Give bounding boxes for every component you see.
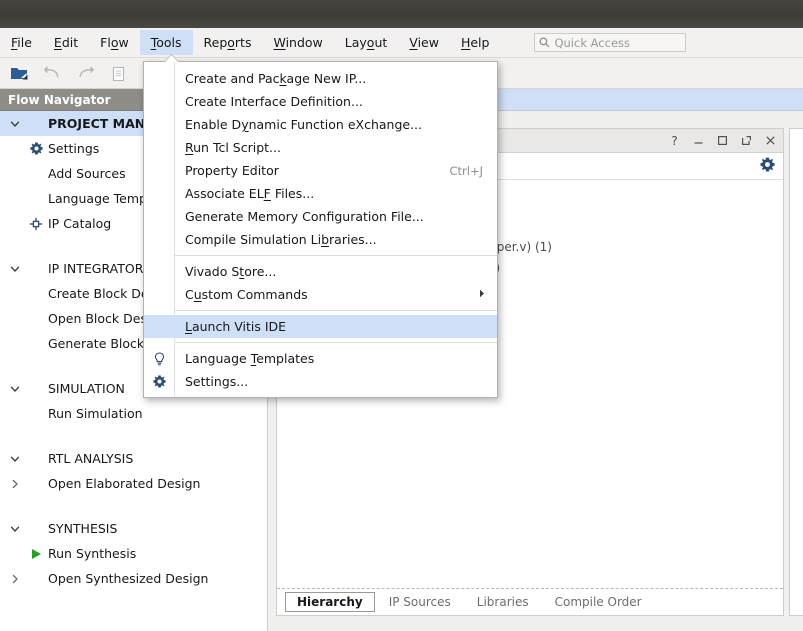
sidebar-item-open-elaborated-design[interactable]: Open Elaborated Design [0,471,267,496]
menu-separator [175,342,497,343]
undo-icon[interactable] [41,62,63,84]
menu-item-label: Property Editor [185,163,279,178]
menu-separator [175,255,497,256]
menu-item-settings[interactable]: Settings... [144,370,497,393]
gear-icon[interactable] [760,157,775,175]
menu-item-label: Launch Vitis IDE [185,319,287,334]
menu-item-language-templates[interactable]: Language Templates [144,347,497,370]
redo-icon[interactable] [74,62,96,84]
sidebar-item-label: RTL ANALYSIS [48,451,134,466]
menu-item-property-editor[interactable]: Property Editor Ctrl+J [144,159,497,182]
ip-block-icon [24,217,48,231]
chevron-right-icon [6,574,24,584]
sidebar-item-rtl-analysis[interactable]: RTL ANALYSIS [0,446,267,471]
gear-icon [144,375,175,388]
chevron-right-icon [6,479,24,489]
menu-item-create-interface-definition[interactable]: Create Interface Definition... [144,90,497,113]
menu-item-label: Generate Memory Configuration File... [185,209,424,224]
menubar-item-window[interactable]: Window [262,30,333,55]
menu-item-label: Language Templates [185,351,315,366]
menu-item-compile-simulation-libraries[interactable]: Compile Simulation Libraries... [144,228,497,251]
menu-item-label: Custom Commands [185,287,308,302]
window-titlebar [0,0,803,28]
menubar-item-view[interactable]: View [398,30,450,55]
right-edge-panel [789,128,803,616]
tab-ip-sources[interactable]: IP Sources [377,592,463,612]
menu-item-label: Settings... [185,374,249,389]
menu-item-label: Enable Dynamic Function eXchange... [185,117,422,132]
open-project-icon[interactable] [8,62,30,84]
menu-item-label: Associate ELF Files... [185,186,315,201]
sidebar-item-open-synthesized-design[interactable]: Open Synthesized Design [0,566,267,591]
lightbulb-icon [144,351,175,366]
minimize-button[interactable] [692,134,705,147]
search-icon [539,37,550,48]
submenu-arrow-icon [479,289,497,301]
menubar-item-flow[interactable]: Flow [89,30,140,55]
menu-item-run-tcl-script[interactable]: Run Tcl Script... [144,136,497,159]
copy-icon[interactable] [107,62,129,84]
chevron-down-icon [6,119,24,129]
menubar-item-reports[interactable]: Reports [193,30,263,55]
menubar: File Edit Flow Tools Reports Window Layout View… [0,28,803,58]
tab-hierarchy[interactable]: Hierarchy [285,592,375,612]
menubar-item-tools[interactable]: Tools [139,30,193,55]
float-button[interactable] [740,134,753,147]
sidebar-item-label: SIMULATION [48,381,125,396]
menu-item-label: Create and Package New IP... [185,71,367,86]
sidebar-item-label: Run Simulation [48,406,143,421]
menu-separator [175,310,497,311]
help-button[interactable]: ? [668,134,681,148]
menu-item-label: Create Interface Definition... [185,94,363,109]
sidebar-item-synthesis[interactable]: SYNTHESIS [0,516,267,541]
chevron-down-icon [6,454,24,464]
gear-icon [24,142,48,155]
tools-dropdown-menu: Create and Package New IP... Create Inter… [143,54,498,398]
chevron-down-icon [6,524,24,534]
menu-item-vivado-store[interactable]: Vivado Store... [144,260,497,283]
close-button[interactable] [764,134,777,147]
tab-compile-order[interactable]: Compile Order [543,592,654,612]
quick-access-placeholder: Quick Access [554,35,631,50]
menu-item-label: Vivado Store... [185,264,277,279]
menu-item-custom-commands[interactable]: Custom Commands [144,283,497,306]
sidebar-item-label: IP INTEGRATOR [48,261,144,276]
menu-item-associate-elf-files[interactable]: Associate ELF Files... [144,182,497,205]
sidebar-item-label: Add Sources [48,166,126,181]
menu-item-create-and-package-new-ip[interactable]: Create and Package New IP... [144,67,497,90]
sidebar-item-label: Run Synthesis [48,546,137,561]
menu-item-accelerator: Ctrl+J [449,163,484,178]
menu-item-generate-memory-configuration-file[interactable]: Generate Memory Configuration File... [144,205,497,228]
menu-item-launch-vitis-ide[interactable]: Launch Vitis IDE [144,315,497,338]
menu-item-label: Compile Simulation Libraries... [185,232,377,247]
sidebar-item-label: Open Synthesized Design [48,571,209,586]
menu-item-enable-dynamic-function-exchange[interactable]: Enable Dynamic Function eXchange... [144,113,497,136]
menubar-item-help[interactable]: Help [450,30,501,55]
sources-panel-tabs: Hierarchy IP Sources Libraries Compile Orde… [277,588,783,615]
chevron-down-icon [6,264,24,274]
sidebar-item-label: SYNTHESIS [48,521,118,536]
tab-libraries[interactable]: Libraries [465,592,541,612]
flow-navigator-title: Flow Navigator [8,92,111,107]
sidebar-item-label: Open Elaborated Design [48,476,201,491]
maximize-button[interactable] [716,134,729,147]
sidebar-item-run-simulation[interactable]: Run Simulation [0,401,267,426]
sidebar-item-run-synthesis[interactable]: Run Synthesis [0,541,267,566]
menubar-item-file[interactable]: File [0,30,43,55]
menubar-item-layout[interactable]: Layout [334,30,399,55]
menubar-item-edit[interactable]: Edit [43,30,89,55]
chevron-down-icon [6,384,24,394]
play-icon [24,548,48,560]
menu-item-label: Run Tcl Script... [185,140,281,155]
sidebar-item-label: Settings [48,141,100,156]
sidebar-item-label: IP Catalog [48,216,112,231]
quick-access-search[interactable]: Quick Access [534,33,687,52]
